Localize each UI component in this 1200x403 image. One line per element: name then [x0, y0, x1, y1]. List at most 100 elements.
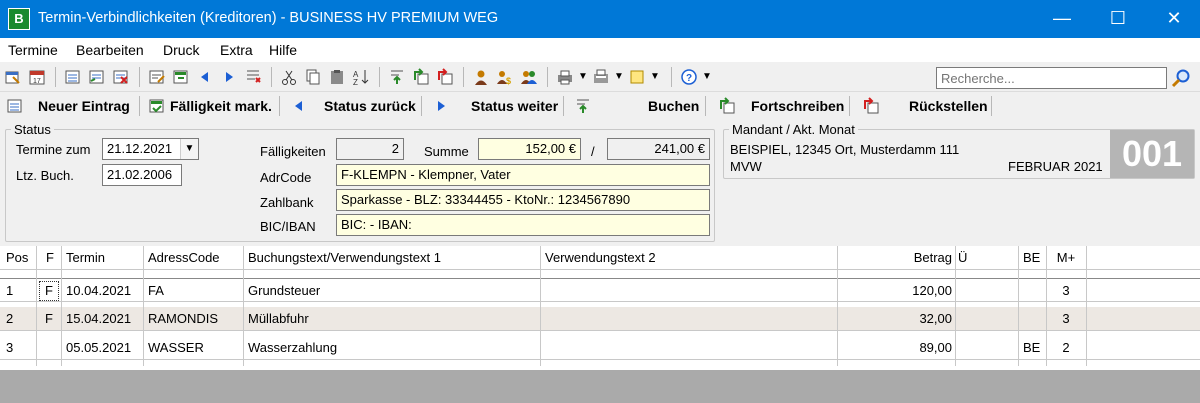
copy-icon[interactable]: [304, 68, 322, 86]
fax-icon[interactable]: [592, 68, 610, 86]
prev-icon[interactable]: [196, 68, 214, 86]
search-input[interactable]: [936, 67, 1167, 89]
minimize-button[interactable]: —: [1034, 0, 1090, 38]
cell-be: [1019, 307, 1045, 331]
menu-bearbeiten[interactable]: Bearbeiten: [76, 42, 144, 58]
book-button[interactable]: Buchen: [648, 98, 699, 114]
header-ue[interactable]: Ü: [954, 246, 1014, 270]
list-edit-icon[interactable]: [88, 68, 106, 86]
cut-icon[interactable]: [280, 68, 298, 86]
fax-dropdown-icon[interactable]: ▼: [610, 68, 628, 86]
next-icon[interactable]: [220, 68, 238, 86]
ltz-buch-label: Ltz. Buch.: [16, 168, 74, 183]
close-button[interactable]: ✕: [1146, 0, 1200, 38]
cell-ue: [954, 307, 1014, 331]
due-mark-icon[interactable]: [148, 97, 166, 115]
header-termin[interactable]: Termin: [62, 246, 142, 270]
cell-text2: [541, 307, 835, 331]
zahlbank-label: Zahlbank: [260, 195, 314, 210]
cell-f[interactable]: F: [37, 307, 61, 331]
table-row[interactable]: 1 F 10.04.2021 FA Grundsteuer 120,00 3: [0, 278, 1200, 302]
menu-hilfe[interactable]: Hilfe: [269, 42, 297, 58]
menu-druck[interactable]: Druck: [163, 42, 200, 58]
doc-back-icon[interactable]: [436, 68, 454, 86]
cell-adresscode: WASSER: [148, 340, 204, 355]
header-betrag[interactable]: Betrag: [838, 246, 956, 270]
new-entry-icon[interactable]: [6, 97, 24, 115]
reset-icon[interactable]: [862, 97, 880, 115]
cell-f[interactable]: [37, 336, 61, 360]
mandant-line2: MVW: [730, 159, 762, 174]
cell-betrag: 89,00: [919, 340, 952, 355]
cell-text1: Wasserzahlung: [248, 340, 338, 355]
carry-forward-icon[interactable]: [718, 97, 736, 115]
zahlbank-field[interactable]: Sparkasse - BLZ: 33344455 - KtoNr.: 1234…: [336, 189, 710, 211]
cell-mplus: 3: [1062, 311, 1070, 326]
mandant-group-legend: Mandant / Akt. Monat: [729, 122, 858, 137]
edit-form-icon[interactable]: [148, 68, 166, 86]
carry-forward-button[interactable]: Fortschreiben: [751, 98, 844, 114]
note-dropdown-icon[interactable]: ▼: [646, 68, 664, 86]
header-be[interactable]: BE: [1019, 246, 1045, 270]
list-add-icon[interactable]: [64, 68, 82, 86]
list-delete-icon[interactable]: [112, 68, 130, 86]
new-entry-button[interactable]: Neuer Eintrag: [38, 98, 130, 114]
adrcode-field[interactable]: F-KLEMPN - Klempner, Vater: [336, 164, 710, 186]
cell-ue: [954, 279, 1014, 303]
header-text1[interactable]: Buchungstext/Verwendungstext 1: [244, 246, 538, 270]
header-mplus[interactable]: M+: [1047, 246, 1085, 270]
filter-icon[interactable]: [244, 68, 262, 86]
svg-text:?: ?: [686, 73, 692, 84]
cell-f[interactable]: F: [37, 279, 61, 303]
properties-icon[interactable]: [4, 68, 22, 86]
reset-button[interactable]: Rückstellen: [909, 98, 988, 114]
app-icon: B: [8, 8, 30, 30]
bic-iban-label: BIC/IBAN: [260, 219, 316, 234]
sort-icon[interactable]: AZ: [352, 68, 370, 86]
data-grid: Pos F Termin AdressCode Buchungstext/Ver…: [0, 246, 1200, 370]
menu-extra[interactable]: Extra: [220, 42, 253, 58]
cell-termin: 10.04.2021: [66, 283, 132, 298]
title-bar: B Termin-Verbindlichkeiten (Kreditoren) …: [0, 0, 1200, 38]
maximize-button[interactable]: ☐: [1090, 0, 1146, 38]
status-forward-button[interactable]: Status weiter: [471, 98, 558, 114]
help-dropdown-icon[interactable]: ▼: [698, 68, 716, 86]
summe-separator: /: [591, 144, 595, 159]
calendar-icon[interactable]: 17: [28, 68, 46, 86]
paste-icon[interactable]: [328, 68, 346, 86]
bic-iban-field[interactable]: BIC: - IBAN:: [336, 214, 710, 236]
cell-text2: [541, 336, 835, 360]
print-icon[interactable]: [556, 68, 574, 86]
persons-icon[interactable]: [520, 68, 538, 86]
help-icon[interactable]: ?: [680, 68, 698, 86]
person-money-icon[interactable]: $: [496, 68, 514, 86]
cell-adresscode: RAMONDIS: [148, 311, 219, 326]
ltz-buch-field[interactable]: 21.02.2006: [102, 164, 182, 186]
search-icon[interactable]: [1170, 67, 1192, 89]
mandant-number: 001: [1110, 130, 1194, 178]
print-dropdown-icon[interactable]: ▼: [574, 68, 592, 86]
chevron-down-icon[interactable]: ▼: [180, 139, 198, 159]
due-mark-button[interactable]: Fälligkeit mark.: [170, 98, 272, 114]
note-icon[interactable]: [628, 68, 646, 86]
book-icon[interactable]: [574, 97, 592, 115]
status-forward-icon[interactable]: [432, 97, 450, 115]
person-icon[interactable]: [472, 68, 490, 86]
header-adresscode[interactable]: AdressCode: [144, 246, 242, 270]
cell-pos: 1: [6, 283, 14, 298]
header-text2[interactable]: Verwendungstext 2: [541, 246, 835, 270]
faelligkeiten-label: Fälligkeiten: [260, 144, 326, 159]
status-back-button[interactable]: Status zurück: [324, 98, 416, 114]
status-back-icon[interactable]: [290, 97, 308, 115]
mandant-month: FEBRUAR 2021: [1008, 159, 1103, 174]
header-f[interactable]: F: [42, 246, 60, 270]
menu-termine[interactable]: Termine: [8, 42, 58, 58]
header-pos[interactable]: Pos: [2, 246, 34, 270]
table-row[interactable]: 2 F 15.04.2021 RAMONDIS Müllabfuhr 32,00…: [0, 307, 1200, 331]
export-icon[interactable]: [172, 68, 190, 86]
termine-zum-select[interactable]: 21.12.2021 ▼: [102, 138, 199, 160]
cell-mplus: 2: [1062, 340, 1070, 355]
doc-forward-icon[interactable]: [412, 68, 430, 86]
table-row[interactable]: 3 05.05.2021 WASSER Wasserzahlung 89,00 …: [0, 336, 1200, 360]
tree-up-icon[interactable]: [388, 68, 406, 86]
